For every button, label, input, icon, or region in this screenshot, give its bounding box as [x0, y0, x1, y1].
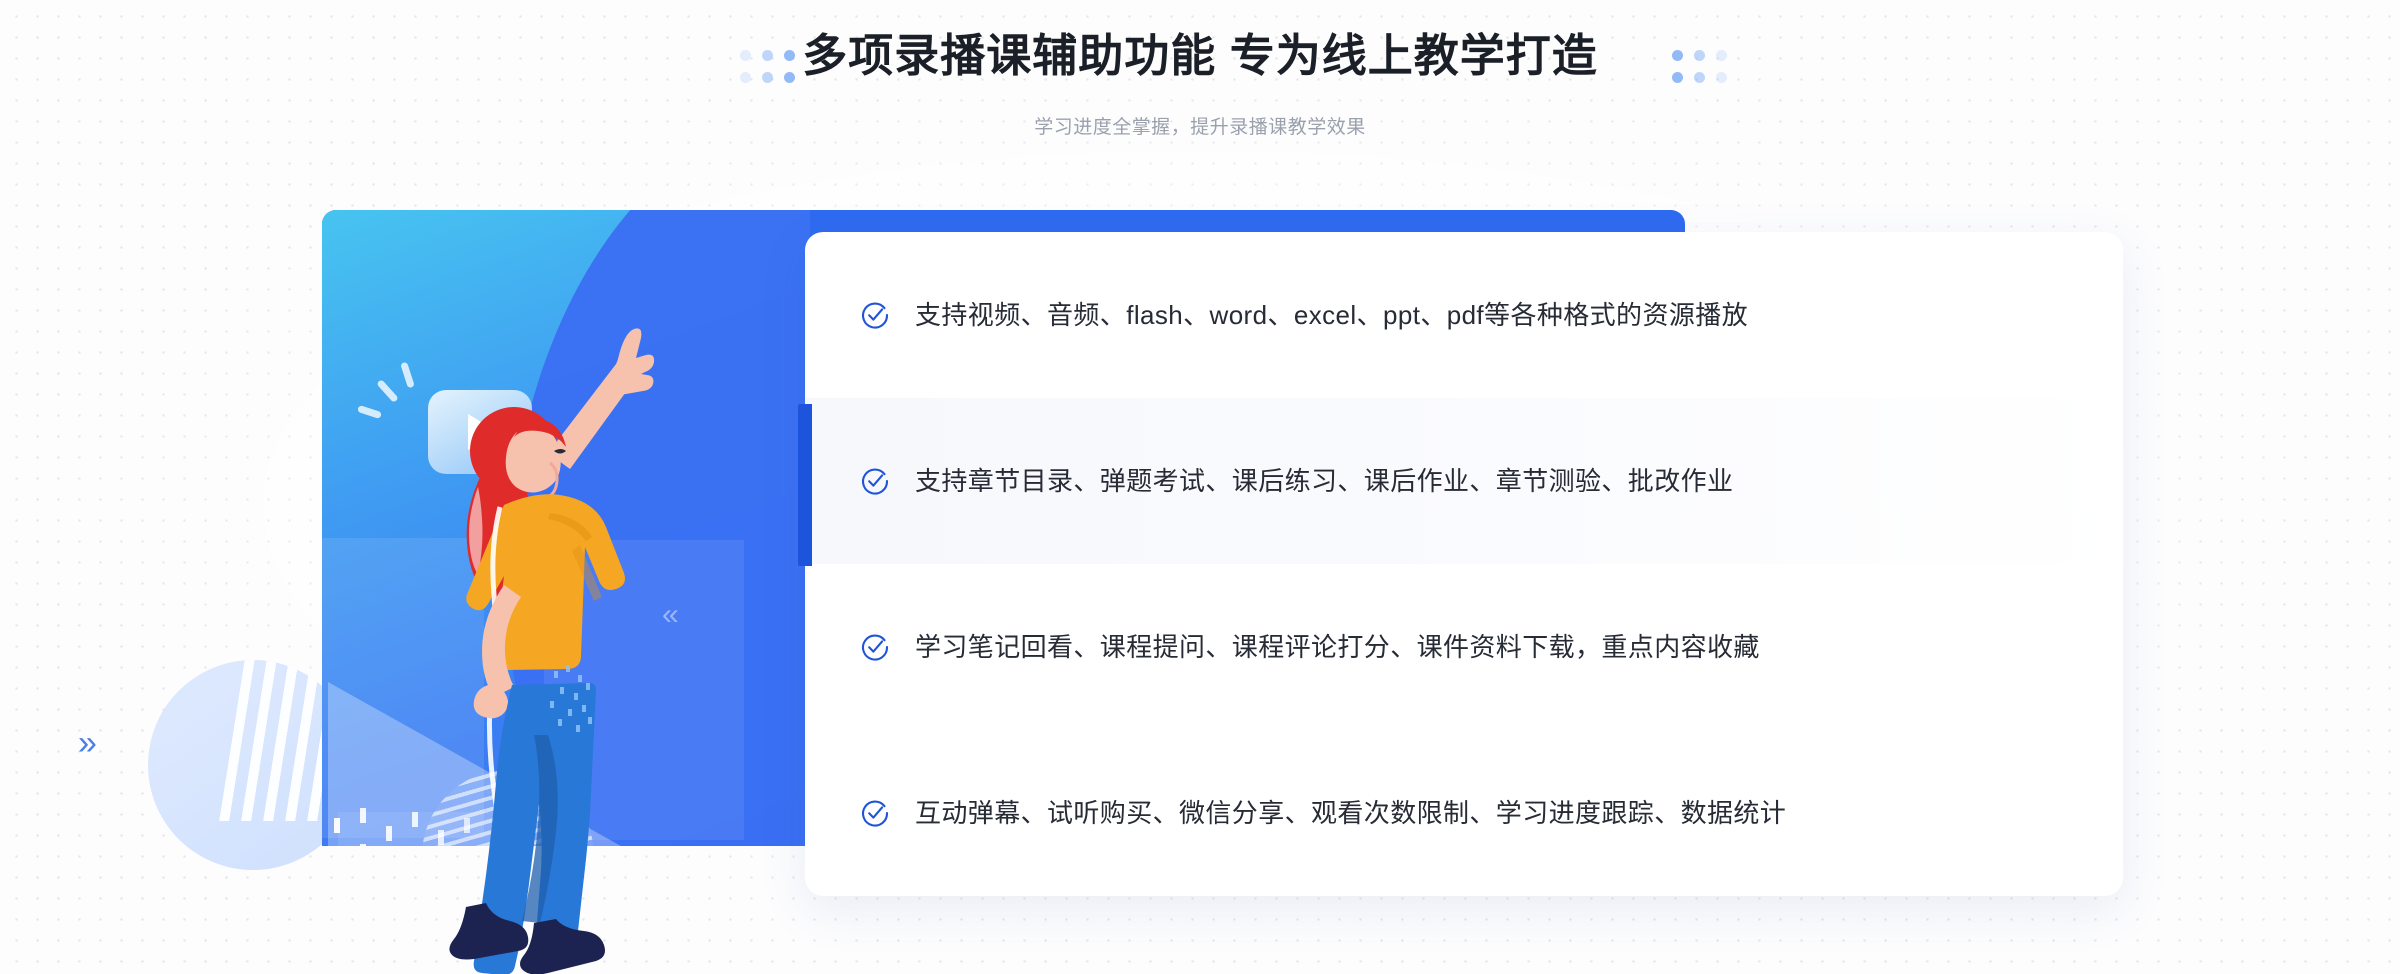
feature-text: 支持章节目录、弹题考试、课后练习、课后作业、章节测验、批改作业 — [915, 465, 1734, 496]
header: 多项录播课辅助功能 专为线上教学打造 学习进度全掌握，提升录播课教学效果 — [0, 0, 2400, 160]
spark-line — [376, 378, 399, 404]
decorative-dot-cluster-right — [1672, 50, 1727, 83]
feature-row-1[interactable]: 支持视频、音频、flash、word、excel、ppt、pdf等各种格式的资源… — [805, 232, 2123, 398]
dot — [1672, 50, 1683, 61]
dot — [1694, 50, 1705, 61]
bubble-tail — [486, 468, 508, 492]
video-bubble — [428, 390, 532, 492]
features-card: 支持视频、音频、flash、word、excel、ppt、pdf等各种格式的资源… — [805, 232, 2123, 896]
dot — [1694, 72, 1705, 83]
page-root: 多项录播课辅助功能 专为线上教学打造 学习进度全掌握，提升录播课教学效果 » «… — [0, 0, 2400, 974]
feature-row-2[interactable]: 支持章节目录、弹题考试、课后练习、课后作业、章节测验、批改作业 — [805, 398, 2123, 564]
features-list: 支持视频、音频、flash、word、excel、ppt、pdf等各种格式的资源… — [805, 232, 2123, 896]
check-circle-icon — [860, 798, 890, 828]
check-circle-icon — [860, 466, 890, 496]
feature-text: 支持视频、音频、flash、word、excel、ppt、pdf等各种格式的资源… — [915, 299, 1749, 330]
active-row-indicator — [798, 404, 812, 566]
illustration-artwork: « — [322, 210, 810, 846]
dot — [1672, 72, 1683, 83]
chevron-right-decor-icon: » — [78, 724, 97, 762]
page-subtitle: 学习进度全掌握，提升录播课教学效果 — [1034, 117, 1366, 138]
spark-line — [400, 361, 415, 389]
dot — [1716, 72, 1727, 83]
feature-row-4[interactable]: 互动弹幕、试听购买、微信分享、观看次数限制、学习进度跟踪、数据统计 — [805, 730, 2123, 896]
feature-row-3[interactable]: 学习笔记回看、课程提问、课程评论打分、课件资料下载，重点内容收藏 — [805, 564, 2123, 730]
spark-line — [357, 404, 382, 420]
feature-text: 学习笔记回看、课程提问、课程评论打分、课件资料下载，重点内容收藏 — [915, 631, 1760, 662]
dot — [1716, 50, 1727, 61]
play-icon — [468, 414, 498, 450]
page-title: 多项录播课辅助功能 专为线上教学打造 — [802, 30, 1598, 81]
chevron-left-decor-icon: « — [662, 598, 679, 631]
check-circle-icon — [860, 632, 890, 662]
check-circle-icon — [860, 300, 890, 330]
feature-text: 互动弹幕、试听购买、微信分享、观看次数限制、学习进度跟踪、数据统计 — [915, 797, 1787, 828]
